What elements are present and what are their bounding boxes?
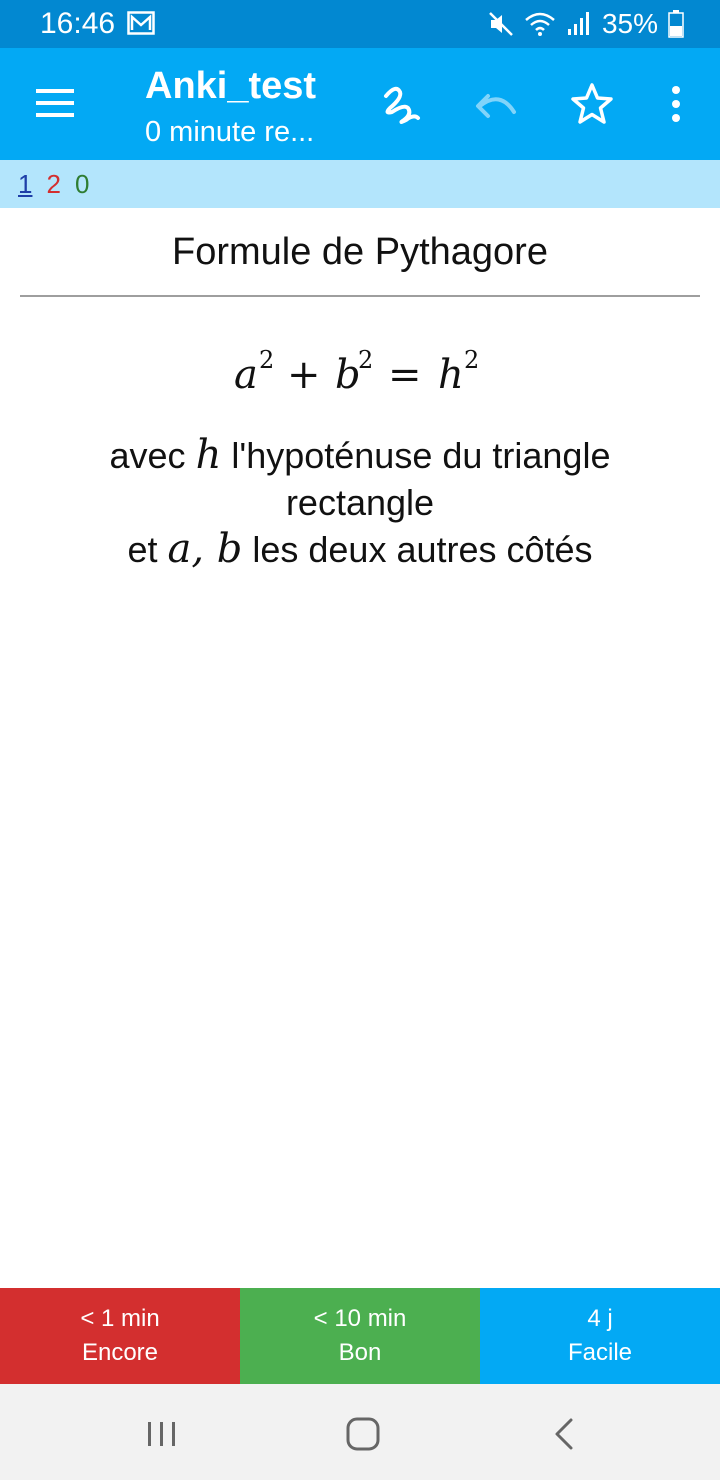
system-navigation-bar xyxy=(0,1384,720,1480)
easy-label: Facile xyxy=(567,1339,633,1366)
menu-icon[interactable] xyxy=(36,86,76,120)
formula-exp-h: 2 xyxy=(464,346,479,374)
battery-percentage: 35% xyxy=(601,8,658,39)
flashcard[interactable]: Formule de Pythagore a 2 + b 2 = h 2 ave… xyxy=(0,208,720,1288)
whiteboard-icon[interactable] xyxy=(378,82,422,126)
pythagoras-formula: a 2 + b 2 = h 2 xyxy=(234,346,479,398)
mute-icon xyxy=(489,12,513,36)
wifi-icon xyxy=(525,12,555,36)
formula-equals: = xyxy=(388,352,422,398)
easy-button[interactable]: 4 j Facile xyxy=(480,1288,720,1384)
formula-h: h xyxy=(438,352,464,398)
answer-var-ab: a, b xyxy=(167,526,243,572)
app-bar: Anki_test 0 minute re... xyxy=(0,48,720,160)
new-count: 1 xyxy=(18,169,33,199)
again-interval: < 1 min xyxy=(80,1305,160,1332)
answer-text: les deux autres côtés xyxy=(242,529,593,570)
formula-exp-a: 2 xyxy=(259,346,274,374)
good-interval: < 10 min xyxy=(313,1305,407,1332)
answer-text: avec xyxy=(109,435,196,476)
back-icon[interactable] xyxy=(545,1414,585,1454)
deck-title: Anki_test xyxy=(145,65,317,107)
review-count: 0 xyxy=(74,169,90,199)
recent-apps-icon[interactable] xyxy=(142,1414,182,1454)
easy-interval: 4 j xyxy=(587,1305,613,1332)
answer-text: et xyxy=(127,529,168,570)
answer-text: l'hypoténuse du triangle rectangle xyxy=(221,435,611,523)
formula-a: a xyxy=(234,352,258,398)
card-question: Formule de Pythagore xyxy=(172,231,548,273)
question-answer-divider xyxy=(20,295,700,297)
deck-subtitle: 0 minute re... xyxy=(145,116,315,148)
good-button[interactable]: < 10 min Bon xyxy=(240,1288,480,1384)
status-indicators: 35% xyxy=(488,7,684,41)
card-counts-bar: 1 2 0 xyxy=(0,160,720,208)
undo-icon[interactable] xyxy=(474,82,518,126)
formula-plus: + xyxy=(287,352,321,398)
star-icon[interactable] xyxy=(570,82,614,126)
card-answer: avec h l'hypoténuse du triangle rectangl… xyxy=(60,432,660,573)
more-options-icon[interactable] xyxy=(656,82,700,126)
status-time: 16:46 xyxy=(40,7,116,40)
battery-icon xyxy=(668,10,684,38)
status-bar: 16:46 35% xyxy=(0,0,720,48)
again-button[interactable]: < 1 min Encore xyxy=(0,1288,240,1384)
card-counts: 1 2 0 xyxy=(18,168,89,200)
formula-exp-b: 2 xyxy=(358,346,373,374)
answer-buttons: < 1 min Encore < 10 min Bon 4 j Facile xyxy=(0,1288,720,1384)
gmail-icon xyxy=(127,11,155,35)
learning-count: 2 xyxy=(46,169,61,199)
answer-var-h: h xyxy=(195,432,222,478)
good-label: Bon xyxy=(338,1339,382,1366)
home-icon[interactable] xyxy=(343,1414,383,1454)
signal-icon xyxy=(567,12,589,35)
formula-b: b xyxy=(335,352,361,398)
again-label: Encore xyxy=(81,1339,159,1366)
